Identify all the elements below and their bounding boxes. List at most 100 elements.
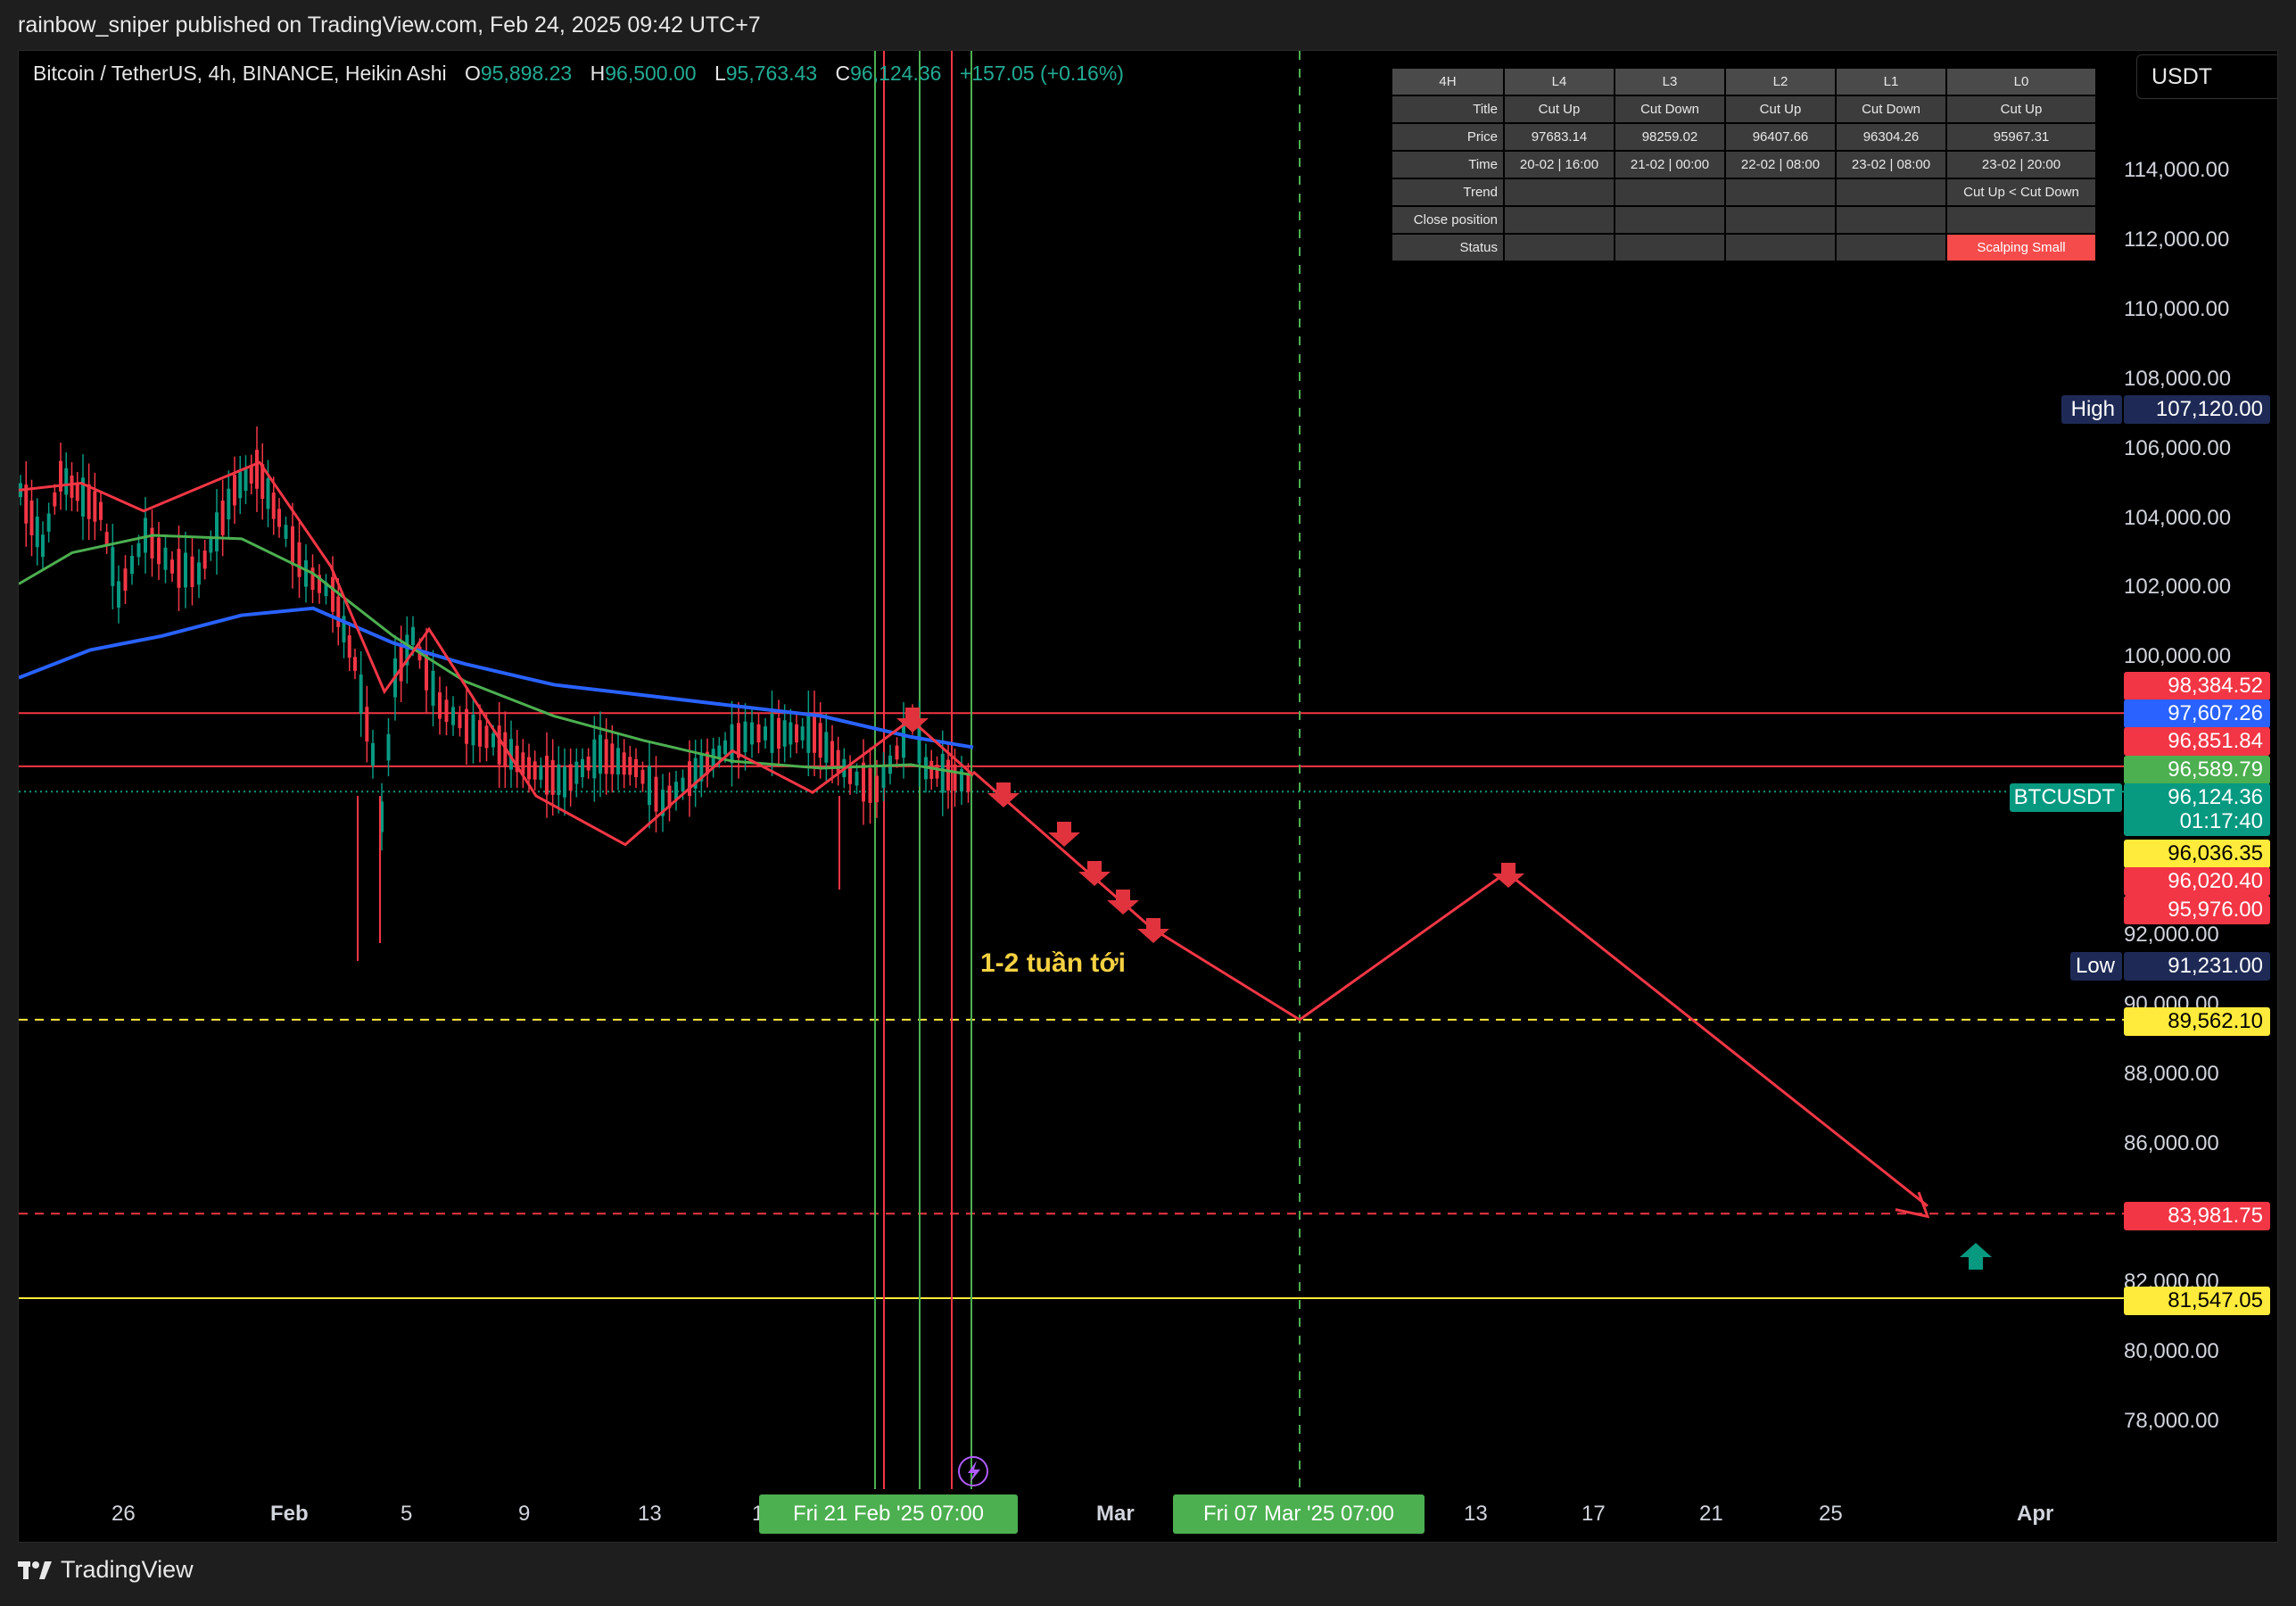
price-tick-label: 102,000.00 (2124, 575, 2232, 600)
time-tick-label: 25 (1819, 1502, 1843, 1526)
candle-body (855, 771, 859, 786)
table-header-cell: L3 (1614, 67, 1726, 96)
candle-body (87, 484, 91, 519)
time-tick-label: 21 (1699, 1502, 1723, 1526)
table-cell: 98259.02 (1614, 122, 1726, 152)
candle-body (197, 562, 201, 585)
tradingview-logo: TradingView (18, 1556, 194, 1584)
table-cell: 21-02 | 00:00 (1614, 150, 1726, 179)
candle-body (557, 764, 561, 796)
lightning-icon (968, 1461, 980, 1483)
table-row: Price 97683.14 98259.02 96407.66 96304.2… (1391, 122, 2097, 152)
candle-body (634, 758, 638, 778)
candle-body (359, 675, 363, 714)
row-label: Price (1391, 122, 1505, 152)
table-row: Close position (1391, 205, 2097, 235)
table-cell (1503, 233, 1615, 262)
low-value: 95,763.43 (725, 62, 818, 85)
candle-body (130, 555, 134, 575)
candle-body (806, 714, 811, 753)
candle-body (184, 552, 187, 588)
chart-pane[interactable]: Bitcoin / TetherUS, 4h, BINANCE, Heikin … (18, 50, 2278, 1543)
candle-body (465, 708, 468, 744)
candle-body (586, 756, 591, 771)
candle-body (220, 501, 225, 535)
publisher-header: rainbow_sniper published on TradingView.… (0, 0, 2296, 50)
row-label: Trend (1391, 178, 1505, 207)
tradingview-brand: TradingView (61, 1556, 194, 1583)
price-badge: 98,384.52 (2124, 672, 2270, 700)
table-cell (1724, 178, 1837, 207)
candle-body (304, 560, 308, 587)
open-value: 95,898.23 (480, 62, 573, 85)
candle-body (581, 758, 584, 778)
candle-body (881, 766, 886, 789)
candle-body (818, 723, 822, 758)
candle-body (202, 551, 207, 569)
close-label: C (835, 62, 851, 85)
candle-body (478, 720, 482, 747)
table-cell (1503, 178, 1615, 207)
price-badge: 96,020.40 (2124, 867, 2270, 896)
time-tick-label: 26 (111, 1502, 136, 1526)
row-label: Time (1391, 150, 1505, 179)
candle-body (438, 692, 442, 719)
price-tick-label: 110,000.00 (2124, 296, 2230, 321)
price-tick-label: 112,000.00 (2124, 227, 2230, 252)
currency-selector[interactable]: USDT (2136, 54, 2277, 99)
table-cell (1835, 205, 1947, 235)
table-row: Title Cut Up Cut Down Cut Up Cut Down Cu… (1391, 95, 2097, 124)
candle-body (946, 759, 950, 791)
table-header-cell: L0 (1945, 67, 2097, 96)
candle-body (599, 734, 602, 774)
buy-arrow-icon (1960, 1243, 1992, 1270)
sell-arrow-icon (987, 782, 1020, 807)
price-chart[interactable] (19, 51, 2278, 1543)
row-label: Close position (1391, 205, 1505, 235)
table-cell (1945, 205, 2097, 235)
sell-arrow-icon (1078, 861, 1111, 886)
sell-arrow-icon (896, 708, 929, 733)
candle-body (431, 670, 435, 706)
symbol-tag: BTCUSDT (2010, 783, 2122, 812)
row-label: Title (1391, 95, 1505, 124)
price-tick-label: 86,000.00 (2124, 1130, 2219, 1155)
price-badge: 81,547.05 (2124, 1287, 2270, 1315)
candle-body (770, 714, 774, 753)
candle-body (291, 526, 294, 566)
candle-body (777, 717, 780, 749)
candle-body (563, 766, 566, 798)
candle-body (386, 733, 391, 761)
candle-body (640, 769, 645, 784)
candle-body (277, 509, 281, 527)
indicator-table: 4H L4 L3 L2 L1 L0 Title Cut Up Cut Down … (1391, 67, 2097, 262)
candle-body (249, 465, 253, 484)
candle-body (70, 475, 74, 498)
price-tick-label: 106,000.00 (2124, 435, 2232, 460)
table-cell: Cut Up < Cut Down (1945, 178, 2097, 207)
candle-body (966, 774, 970, 792)
candle-body (177, 549, 181, 588)
candle-body (347, 635, 351, 658)
candle-body (444, 700, 449, 723)
candle-body (458, 714, 462, 729)
candle-body (497, 725, 501, 765)
table-header-cell: L4 (1503, 67, 1615, 96)
close-value: 96,124.36 (850, 62, 942, 85)
price-tick-label: 92,000.00 (2124, 922, 2219, 947)
candle-body (848, 766, 852, 784)
candle-body (336, 596, 341, 627)
table-cell: 97683.14 (1503, 122, 1615, 152)
table-cell: 20-02 | 16:00 (1503, 150, 1615, 179)
candle-body (750, 722, 754, 745)
forecast-path (972, 770, 1928, 1207)
table-cell: 22-02 | 08:00 (1724, 150, 1837, 179)
candle-body (935, 765, 939, 779)
status-cell: Scalping Small (1945, 233, 2097, 262)
candle-body (271, 493, 276, 519)
price-badge: 96,589.79 (2124, 756, 2270, 784)
candle-body (227, 488, 231, 520)
price-badge: 89,562.10 (2124, 1007, 2270, 1036)
table-cell (1835, 178, 1947, 207)
candle-body (830, 741, 834, 768)
